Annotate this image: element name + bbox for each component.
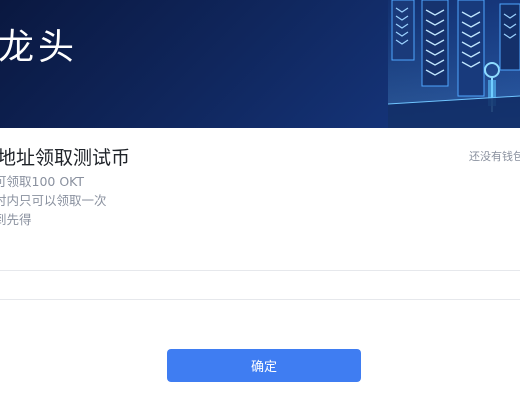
rule-line: 时内只可以领取一次 <box>0 193 107 208</box>
no-wallet-link[interactable]: 还没有钱包 <box>469 148 520 164</box>
rule-line: 到先得 <box>0 212 32 227</box>
confirm-button[interactable]: 确定 <box>167 349 361 382</box>
divider <box>0 270 520 271</box>
hero-banner: 龙头 <box>0 0 520 128</box>
rule-line: 可领取100 OKT <box>0 174 85 189</box>
divider <box>0 299 520 300</box>
hero-title: 龙头 <box>0 27 79 68</box>
faucet-page: 龙头 地址领取测试币 可领取100 OKT 时内只可以领取一次 到先得 还没有钱… <box>0 0 520 400</box>
faucet-title: 地址领取测试币 <box>0 147 131 169</box>
server-illustration <box>388 0 520 128</box>
